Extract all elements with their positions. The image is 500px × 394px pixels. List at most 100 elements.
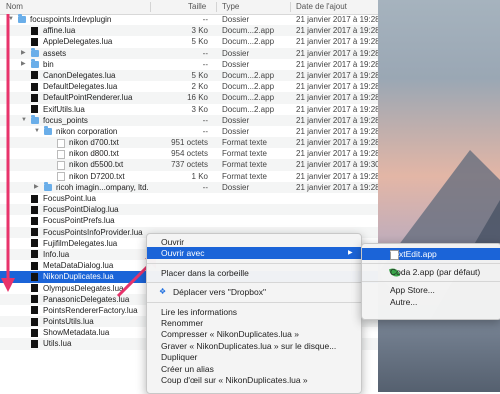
folder-icon xyxy=(31,58,39,68)
lua-file-icon xyxy=(31,339,38,348)
file-row[interactable]: affine.lua 3 Ko Docum...2.app 21 janvier 20… xyxy=(0,25,378,37)
file-kind: Dossier xyxy=(222,115,250,125)
disclosure-closed-icon[interactable]: ▶ xyxy=(34,182,39,193)
menu-item[interactable]: Lire les informations xyxy=(147,306,361,318)
file-name: ricoh imagin...ompany, ltd. xyxy=(56,182,149,192)
file-date-added: 21 janvier 2017 à 19:28 xyxy=(296,82,378,92)
file-name: CanonDelegates.lua xyxy=(43,70,116,80)
menu-item[interactable]: Placer dans la corbeille xyxy=(147,267,361,279)
file-name: nikon corporation xyxy=(56,126,118,136)
file-name: FocusPointPrefs.lua xyxy=(43,216,115,226)
menu-item[interactable]: Ouvrir xyxy=(147,236,361,248)
file-size: 5 Ko xyxy=(191,70,208,80)
disclosure-open-icon[interactable]: ▼ xyxy=(21,115,27,126)
menu-item-label: Déplacer vers "Dropbox" xyxy=(173,287,266,298)
menu-separator xyxy=(362,281,500,282)
file-date-added: 21 janvier 2017 à 19:28 xyxy=(296,171,378,181)
menu-item[interactable]: Créer un alias xyxy=(147,363,361,375)
file-date-added: 21 janvier 2017 à 19:28 xyxy=(296,149,378,159)
file-name: PointsUtils.lua xyxy=(43,317,94,327)
column-name[interactable]: Nom xyxy=(6,2,23,11)
file-date-added: 21 janvier 2017 à 19:28 xyxy=(296,59,378,69)
menu-item[interactable]: Compresser « NikonDuplicates.lua » xyxy=(147,328,361,340)
file-row[interactable]: ▶ bin -- Dossier 21 janvier 2017 à 19:28 xyxy=(0,58,378,70)
disclosure-open-icon[interactable]: ▼ xyxy=(34,126,40,137)
file-row[interactable]: ▶ ricoh imagin...ompany, ltd. -- Dossier 21 … xyxy=(0,181,378,193)
file-date-added: 21 janvier 2017 à 19:28 xyxy=(296,37,378,47)
file-name: PanasonicDelegates.lua xyxy=(43,294,130,304)
menu-item[interactable]: Ouvrir avec ▶ xyxy=(147,247,361,260)
lua-file-icon xyxy=(31,306,38,315)
file-row[interactable]: ▼ focus_points -- Dossier 21 janvier 2017 à … xyxy=(0,114,378,126)
column-size[interactable]: Taille xyxy=(188,2,206,11)
column-kind[interactable]: Type xyxy=(222,2,239,11)
file-date-added: 21 janvier 2017 à 19:30 xyxy=(296,160,378,170)
file-row[interactable]: ▶ assets -- Dossier 21 janvier 2017 à 19:28 xyxy=(0,47,378,59)
file-name: PointsRendererFactory.lua xyxy=(43,305,138,315)
file-date-added: 21 janvier 2017 à 19:28 xyxy=(296,182,378,192)
menu-item-label: Dupliquer xyxy=(161,352,198,363)
file-size: 5 Ko xyxy=(191,37,208,47)
file-row[interactable]: FocusPoint.lua xyxy=(0,193,378,204)
file-row[interactable]: ExifUtils.lua 3 Ko Docum...2.app 21 janvier… xyxy=(0,104,378,115)
menu-item[interactable]: Coup d'œil sur « NikonDuplicates.lua » xyxy=(147,374,361,386)
file-date-added: 21 janvier 2017 à 19:28 xyxy=(296,126,378,136)
file-row[interactable]: nikon d700.txt 951 octets Format texte 21 j… xyxy=(0,137,378,149)
file-row[interactable]: FocusPointPrefs.lua xyxy=(0,215,378,226)
file-kind: Dossier xyxy=(222,59,250,69)
disclosure-closed-icon[interactable]: ▶ xyxy=(21,48,26,59)
file-name: FujifilmDelegates.lua xyxy=(43,238,118,248)
file-row[interactable]: nikon d5500.txt 737 octets Format texte 21 … xyxy=(0,159,378,171)
disclosure-closed-icon[interactable]: ▶ xyxy=(21,59,26,70)
file-row[interactable]: FocusPointDialog.lua xyxy=(0,204,378,216)
menu-item-label: Ouvrir avec xyxy=(161,248,205,259)
file-name: nikon d700.txt xyxy=(69,138,119,148)
menu-item[interactable]: Autre... xyxy=(362,296,500,308)
lua-file-icon xyxy=(31,71,38,80)
menu-separator xyxy=(147,301,361,303)
lua-file-icon xyxy=(31,37,38,46)
lua-file-icon xyxy=(31,250,38,259)
menu-item-label: TextEdit.app xyxy=(390,249,437,259)
lua-file-icon xyxy=(31,317,38,326)
file-name: DefaultPointRenderer.lua xyxy=(43,93,133,103)
file-size: 2 Ko xyxy=(191,82,208,92)
file-row[interactable]: nikon D7200.txt 1 Ko Format texte 21 janvie… xyxy=(0,171,378,182)
file-name: MetaDataDialog.lua xyxy=(43,261,114,271)
file-kind: Docum...2.app xyxy=(222,82,275,92)
menu-item[interactable]: App Store... xyxy=(362,284,500,296)
column-date-added[interactable]: Date de l'ajout xyxy=(296,2,347,11)
menu-item[interactable]: Renommer xyxy=(147,317,361,329)
menu-item[interactable]: Dupliquer xyxy=(147,351,361,363)
lua-file-icon xyxy=(31,216,38,225)
file-row[interactable]: DefaultDelegates.lua 2 Ko Docum...2.app 21 … xyxy=(0,81,378,92)
menu-item[interactable]: Graver « NikonDuplicates.lua » sur le di… xyxy=(147,340,361,352)
file-date-added: 21 janvier 2017 à 19:28 xyxy=(296,104,378,114)
folder-icon xyxy=(44,181,52,191)
file-row[interactable]: AppleDelegates.lua 5 Ko Docum...2.app 21 ja… xyxy=(0,36,378,47)
column-header: Nom Taille Type Date de l'ajout xyxy=(0,0,378,15)
folder-icon xyxy=(31,47,39,57)
file-row[interactable]: ▼ nikon corporation -- Dossier 21 janvier 20… xyxy=(0,125,378,137)
folder-icon xyxy=(18,14,26,23)
file-date-added: 21 janvier 2017 à 19:28 xyxy=(296,138,378,148)
file-name: ShowMetadata.lua xyxy=(43,328,110,338)
file-row[interactable]: nikon d800.txt 954 octets Format texte 21 j… xyxy=(0,148,378,159)
file-size: 16 Ko xyxy=(187,93,208,103)
submenu-arrow-icon: ▶ xyxy=(348,250,353,257)
file-name: affine.lua xyxy=(43,26,76,36)
file-row[interactable]: DefaultPointRenderer.lua 16 Ko Docum...2.a… xyxy=(0,92,378,104)
file-name: assets xyxy=(43,48,67,58)
menu-item-label: Coup d'œil sur « NikonDuplicates.lua » xyxy=(161,375,308,385)
file-size: 3 Ko xyxy=(191,104,208,114)
menu-item[interactable]: Coda 2.app (par défaut) xyxy=(362,266,500,279)
menu-item[interactable]: TextEdit.app xyxy=(362,248,500,260)
file-row[interactable]: ▼ focuspoints.lrdevplugin -- Dossier 21 janv… xyxy=(0,14,378,25)
lua-file-icon xyxy=(31,105,38,113)
file-name: nikon d800.txt xyxy=(69,149,119,159)
menu-item-label: Lire les informations xyxy=(161,306,238,317)
file-row[interactable]: CanonDelegates.lua 5 Ko Docum...2.app 21 ja… xyxy=(0,69,378,82)
menu-item[interactable]: ❖ Déplacer vers "Dropbox" xyxy=(147,286,361,298)
disclosure-open-icon[interactable]: ▼ xyxy=(8,14,14,25)
file-name: FocusPointDialog.lua xyxy=(43,205,119,215)
